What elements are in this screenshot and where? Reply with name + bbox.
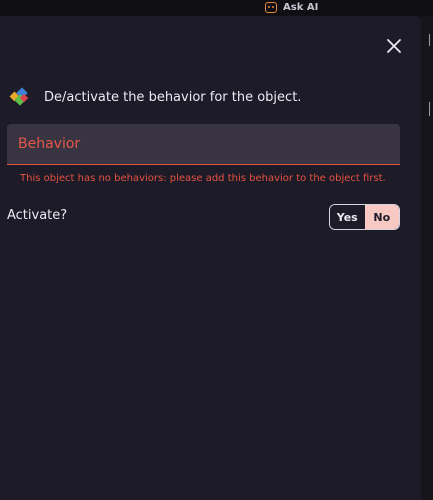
dialog-header: De/activate the behavior for the object. <box>8 87 301 107</box>
activate-label: Activate? <box>7 208 68 223</box>
activate-toggle[interactable]: Yes No <box>329 204 400 230</box>
panel-divider <box>429 102 433 116</box>
behavior-cubes-icon <box>9 87 29 106</box>
activate-yes-option[interactable]: Yes <box>330 205 365 229</box>
robot-icon <box>265 1 277 13</box>
ask-ai-label: Ask AI <box>283 1 319 13</box>
ask-ai-button[interactable]: Ask AI <box>265 0 318 14</box>
behavior-select-field[interactable]: Behavior <box>7 124 400 165</box>
close-icon <box>387 39 401 53</box>
dialog-description: De/activate the behavior for the object. <box>44 89 302 105</box>
close-button[interactable] <box>384 36 404 56</box>
behavior-field-label: Behavior <box>18 136 81 152</box>
activate-no-option[interactable]: No <box>364 205 399 229</box>
background-panel <box>421 16 433 500</box>
top-bar: Ask AI <box>0 0 433 16</box>
behavior-field-error: This object has no behaviors: please add… <box>20 173 386 184</box>
panel-divider <box>429 34 433 46</box>
